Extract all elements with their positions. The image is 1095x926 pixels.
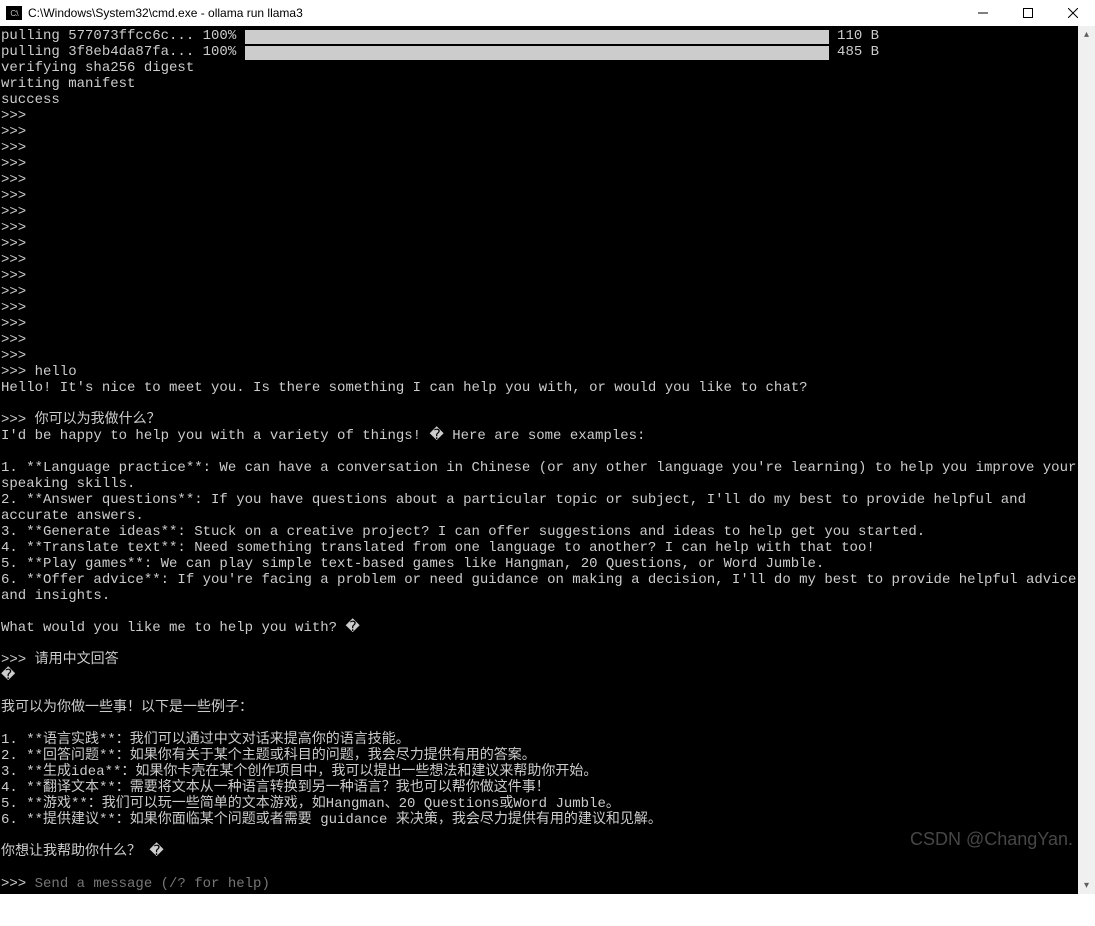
cmd-window: C:\ C:\Windows\System32\cmd.exe - ollama…: [0, 0, 1095, 858]
terminal-output[interactable]: pulling 577073ffcc6c... 100% 110 Bpullin…: [0, 26, 1078, 894]
vertical-scrollbar[interactable]: ▴ ▾: [1078, 26, 1095, 894]
terminal-area: pulling 577073ffcc6c... 100% 110 Bpullin…: [0, 26, 1095, 894]
prompt-input-line[interactable]: >>> Send a message (/? for help): [1, 876, 1077, 892]
scroll-up-arrow[interactable]: ▴: [1078, 26, 1095, 43]
progress-bar: [245, 30, 829, 44]
close-button[interactable]: [1050, 0, 1095, 26]
titlebar[interactable]: C:\ C:\Windows\System32\cmd.exe - ollama…: [0, 0, 1095, 26]
window-controls: [960, 0, 1095, 26]
input-placeholder: Send a message (/? for help): [35, 876, 270, 892]
cmd-icon: C:\: [6, 6, 22, 20]
maximize-button[interactable]: [1005, 0, 1050, 26]
scroll-down-arrow[interactable]: ▾: [1078, 877, 1095, 894]
progress-bar: [245, 46, 829, 60]
minimize-button[interactable]: [960, 0, 1005, 26]
scroll-track[interactable]: [1078, 43, 1095, 877]
window-title: C:\Windows\System32\cmd.exe - ollama run…: [28, 6, 960, 20]
